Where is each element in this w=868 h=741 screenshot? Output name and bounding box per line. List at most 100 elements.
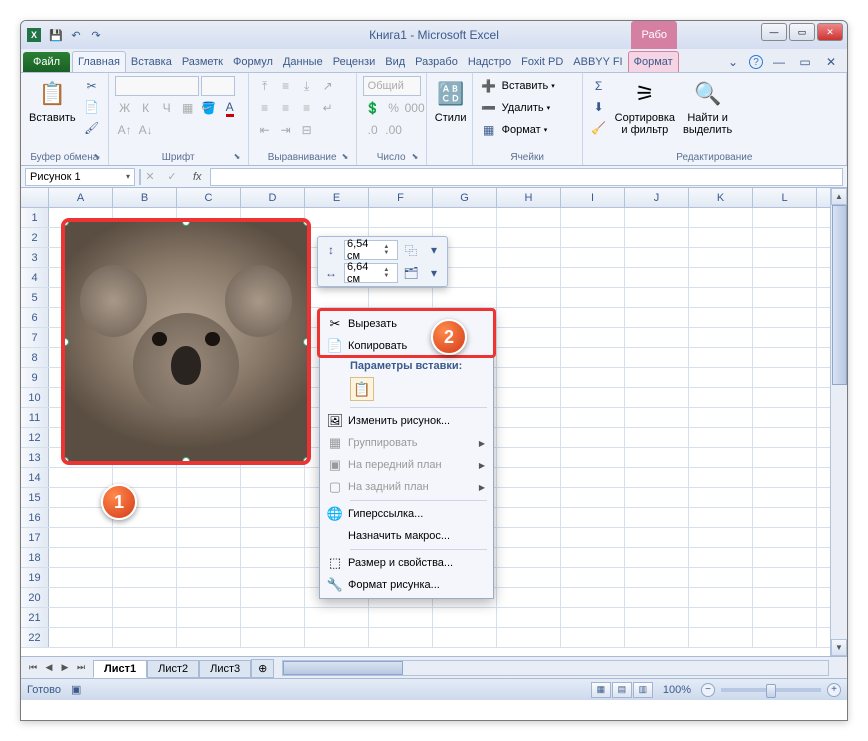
cell[interactable] [433,288,497,307]
cell[interactable] [561,368,625,387]
font-dialog-launcher-icon[interactable]: ⬊ [234,152,246,164]
cell[interactable] [497,468,561,487]
cell[interactable] [497,308,561,327]
cell[interactable] [753,628,817,647]
cell[interactable] [241,488,305,507]
cell[interactable] [625,268,689,287]
col-header[interactable]: H [497,188,561,207]
cell[interactable] [433,628,497,647]
name-box[interactable]: Рисунок 1 ▾ [25,168,135,186]
cell[interactable] [241,508,305,527]
cell[interactable] [241,528,305,547]
cell[interactable] [625,248,689,267]
cell[interactable] [497,528,561,547]
row-header[interactable]: 21 [21,608,49,627]
dec-increase-icon[interactable]: .0 [363,120,383,140]
cell[interactable] [689,568,753,587]
cell[interactable] [625,548,689,567]
cell[interactable] [497,368,561,387]
tab-insert[interactable]: Вставка [126,52,177,72]
currency-icon[interactable]: 💲 [363,98,383,118]
cell[interactable] [625,328,689,347]
col-header[interactable]: C [177,188,241,207]
row-header[interactable]: 22 [21,628,49,647]
cell[interactable] [369,628,433,647]
cell[interactable] [561,528,625,547]
cell[interactable] [625,608,689,627]
cell[interactable] [369,288,433,307]
ctx-hyperlink[interactable]: 🌐 Гиперссылка... [322,503,491,525]
resize-handle-s[interactable] [182,457,190,465]
cell[interactable] [561,388,625,407]
cell[interactable] [561,508,625,527]
cell[interactable] [369,608,433,627]
cell[interactable] [561,308,625,327]
cell[interactable] [561,548,625,567]
col-header[interactable]: A [49,188,113,207]
cell[interactable] [433,208,497,227]
cell[interactable] [625,568,689,587]
row-header[interactable]: 9 [21,368,49,387]
cell[interactable] [241,468,305,487]
resize-handle-w[interactable] [61,338,69,346]
cell[interactable] [753,428,817,447]
cell[interactable] [625,348,689,367]
crop-icon[interactable]: ⿻ [401,240,421,260]
row-header[interactable]: 12 [21,428,49,447]
cell[interactable] [49,628,113,647]
cancel-formula-icon[interactable]: ✕ [141,170,159,183]
cell[interactable] [561,208,625,227]
row-header[interactable]: 5 [21,288,49,307]
cell[interactable] [561,608,625,627]
cell[interactable] [497,628,561,647]
cell[interactable] [177,548,241,567]
tab-home[interactable]: Главная [72,51,126,72]
cell[interactable] [753,368,817,387]
cell[interactable] [625,288,689,307]
cell[interactable] [241,548,305,567]
cell[interactable] [689,348,753,367]
arrange-icon[interactable]: 🗂 [401,263,421,283]
cell[interactable] [49,608,113,627]
resize-handle-e[interactable] [303,338,311,346]
row-header[interactable]: 18 [21,548,49,567]
ctx-size-properties[interactable]: ⬚ Размер и свойства... [322,552,491,574]
cell[interactable] [497,548,561,567]
row-header[interactable]: 2 [21,228,49,247]
alignment-dialog-launcher-icon[interactable]: ⬊ [342,152,354,164]
new-sheet-button[interactable]: ⊕ [251,659,274,678]
cell[interactable] [625,588,689,607]
cell[interactable] [241,568,305,587]
italic-button[interactable]: К [136,98,156,118]
scroll-thumb[interactable] [832,205,847,385]
cell[interactable] [561,428,625,447]
ribbon-minimize-icon[interactable]: ⌄ [723,52,743,72]
redo-icon[interactable]: ↷ [87,26,105,44]
cell[interactable] [689,428,753,447]
cell[interactable] [753,508,817,527]
cell[interactable] [689,508,753,527]
cell[interactable] [561,268,625,287]
cell[interactable] [753,488,817,507]
cell[interactable] [689,448,753,467]
wrap-text-icon[interactable]: ↵ [318,98,338,118]
indent-dec-icon[interactable]: ⇤ [255,120,275,140]
cell[interactable] [497,488,561,507]
sheet-nav-next-icon[interactable]: ▶ [57,660,73,676]
cell[interactable] [689,208,753,227]
enter-formula-icon[interactable]: ✓ [163,170,181,183]
indent-inc-icon[interactable]: ⇥ [276,120,296,140]
cell[interactable] [561,488,625,507]
width-input[interactable]: 6,64 см ▲▼ [344,263,398,283]
doc-close-icon[interactable]: ✕ [821,52,841,72]
col-header[interactable]: G [433,188,497,207]
col-header[interactable]: B [113,188,177,207]
row-header[interactable]: 10 [21,388,49,407]
col-header[interactable]: I [561,188,625,207]
macro-record-icon[interactable]: ▣ [71,683,81,696]
number-dialog-launcher-icon[interactable]: ⬊ [412,152,424,164]
paste-button[interactable]: 📋 Вставить [27,76,78,126]
font-color-button[interactable]: A [220,98,240,118]
font-size-combo[interactable] [201,76,235,96]
cell[interactable] [625,628,689,647]
